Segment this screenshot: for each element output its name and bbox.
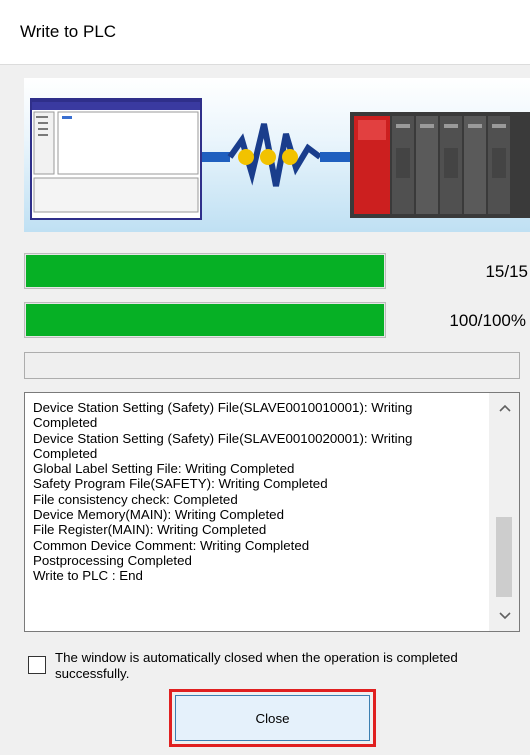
log-lines: Device Station Setting (Safety) File(SLA…: [33, 400, 485, 584]
overall-progress-bar: [24, 253, 386, 289]
chevron-down-icon[interactable]: [490, 605, 519, 627]
auto-close-checkbox[interactable]: [28, 656, 46, 674]
log-scrollbar[interactable]: [489, 393, 519, 631]
transfer-illustration: [24, 78, 530, 232]
current-progress-percent: 100/100%: [449, 311, 526, 330]
log-line: Common Device Comment: Writing Completed: [33, 537, 310, 553]
close-button[interactable]: Close: [175, 695, 370, 741]
log-line: File Register(MAIN): Writing Completed: [33, 522, 267, 538]
log-line: Postprocessing Completed: [33, 552, 192, 568]
log-line: Completed: [33, 445, 98, 461]
plc-rack-icon: [350, 112, 530, 218]
scroll-thumb[interactable]: [496, 517, 512, 597]
title-bar: Write to PLC: [0, 0, 530, 65]
overall-progress-fill: [26, 255, 384, 287]
pc-to-plc-graphic: [30, 98, 530, 220]
signal-wave-icon: [202, 123, 350, 187]
chevron-up-icon[interactable]: [490, 397, 519, 419]
log-line: Write to PLC : End: [33, 568, 143, 584]
log-output[interactable]: Device Station Setting (Safety) File(SLA…: [24, 392, 520, 632]
log-line: Device Station Setting (Safety) File(SLA…: [33, 430, 413, 446]
current-progress-bar: [24, 302, 386, 338]
current-progress-fill: [26, 304, 384, 336]
log-line: File consistency check: Completed: [33, 491, 238, 507]
window-title: Write to PLC: [20, 22, 117, 41]
status-field: [24, 352, 520, 379]
overall-progress-count: 15/15: [485, 262, 528, 281]
computer-window-icon: [30, 98, 202, 220]
log-line: Device Station Setting (Safety) File(SLA…: [33, 400, 413, 415]
auto-close-label: The window is automatically closed when …: [55, 650, 458, 681]
log-line: Safety Program File(SAFETY): Writing Com…: [33, 476, 328, 492]
log-line: Global Label Setting File: Writing Compl…: [33, 461, 295, 477]
log-line: Completed: [33, 415, 98, 431]
log-line: Device Memory(MAIN): Writing Completed: [33, 507, 284, 523]
